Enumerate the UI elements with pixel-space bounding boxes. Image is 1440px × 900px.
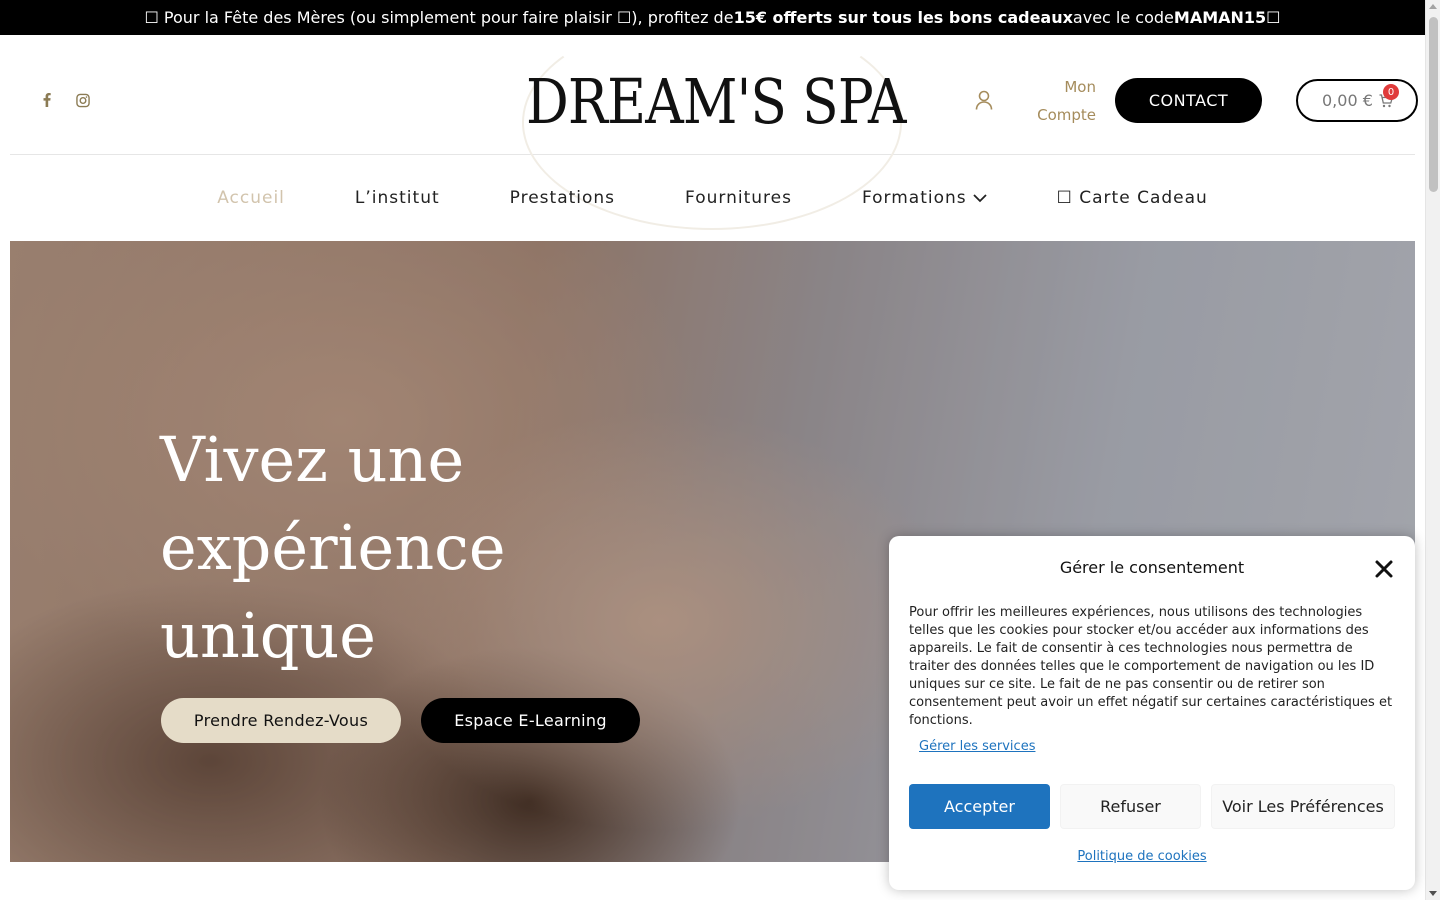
consent-body: Pour offrir les meilleures expériences, … [909,605,1393,728]
close-icon[interactable] [1373,558,1395,580]
account-link[interactable]: Mon Compte [1032,73,1096,129]
cookie-consent-modal: Gérer le consentement Pour offrir les me… [889,536,1415,890]
cookie-policy-link[interactable]: Politique de cookies [889,849,1395,864]
book-appointment-button[interactable]: Prendre Rendez-Vous [161,698,401,743]
facebook-icon[interactable] [40,92,54,108]
scroll-up-icon[interactable] [1429,4,1437,9]
main-nav: Accueil L’institut Prestations Fournitur… [0,165,1425,231]
promo-code: MAMAN15 [1173,8,1267,27]
account-label-line1: Mon [1064,78,1096,96]
nav-item-prestations[interactable]: Prestations [510,188,615,208]
elearning-button[interactable]: Espace E-Learning [421,698,640,743]
hero-title-line1: Vivez une [160,423,465,496]
scroll-down-icon[interactable] [1429,891,1437,896]
chevron-down-icon [972,194,987,203]
scrollbar-thumb[interactable] [1429,17,1438,192]
account-icon[interactable] [975,90,993,110]
nav-item-carte-cadeau[interactable]: ☐ Carte Cadeau [1057,188,1208,208]
announcement-suffix: ☐ [1266,8,1281,27]
nav-item-institut[interactable]: L’institut [355,188,440,208]
site-logo[interactable]: DREAM'S SPA [526,65,906,138]
instagram-icon[interactable] [76,92,90,108]
refuse-button[interactable]: Refuser [1060,784,1201,829]
cart-count-badge: 0 [1383,84,1399,100]
site-header: DREAM'S SPA Mon Compte CONTACT 0,00 € 0 [10,15,1418,230]
hero-title-line2: expérience [160,511,506,584]
nav-item-accueil[interactable]: Accueil [217,188,285,208]
cart-button[interactable]: 0,00 € [1296,79,1418,122]
page-scrollbar[interactable] [1425,0,1440,900]
nav-item-formations-label: Formations [861,188,967,208]
cart-amount: 0,00 € [1322,91,1373,110]
hero-title: Vivez une expérience unique [160,416,506,680]
contact-button[interactable]: CONTACT [1115,78,1262,123]
manage-services-link[interactable]: Gérer les services [919,739,1035,754]
social-links [40,92,90,108]
announcement-middle: avec le code [1072,8,1174,27]
account-label-line2: Compte [1037,106,1096,124]
nav-item-fournitures[interactable]: Fournitures [685,188,792,208]
consent-title: Gérer le consentement [1059,558,1245,577]
hero-title-line3: unique [160,599,377,672]
accept-button[interactable]: Accepter [909,784,1050,829]
view-preferences-button[interactable]: Voir Les Préférences [1211,784,1395,829]
nav-item-formations[interactable]: Formations [862,188,987,208]
